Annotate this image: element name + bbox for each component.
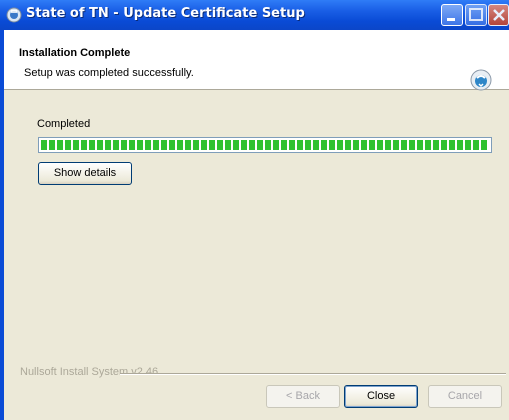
setup-globe-icon bbox=[6, 7, 22, 23]
status-label: Completed bbox=[37, 118, 91, 130]
branding-text: Nullsoft Install System v2.46 bbox=[20, 366, 159, 378]
cancel-button[interactable]: Cancel bbox=[428, 385, 502, 408]
page-subtitle: Setup was completed successfully. bbox=[24, 67, 194, 79]
progress-fill bbox=[41, 140, 489, 150]
window-title: State of TN - Update Certificate Setup bbox=[26, 6, 305, 21]
installer-globe-icon bbox=[470, 69, 492, 91]
branding-divider bbox=[120, 373, 506, 375]
header-panel: Installation Complete Setup was complete… bbox=[4, 30, 509, 91]
dialog-body: Installation Complete Setup was complete… bbox=[4, 30, 509, 420]
close-icon bbox=[493, 9, 505, 21]
progress-bar bbox=[38, 137, 492, 153]
installer-window: State of TN - Update Certificate Setup I… bbox=[0, 0, 509, 420]
minimize-button[interactable] bbox=[441, 4, 463, 26]
back-button[interactable]: < Back bbox=[266, 385, 340, 408]
show-details-button[interactable]: Show details bbox=[38, 162, 132, 185]
page-title: Installation Complete bbox=[19, 47, 131, 59]
minimize-icon bbox=[447, 18, 455, 21]
maximize-icon bbox=[469, 8, 483, 21]
close-window-button[interactable] bbox=[488, 4, 509, 26]
maximize-button[interactable] bbox=[465, 4, 487, 26]
title-bar[interactable]: State of TN - Update Certificate Setup bbox=[0, 0, 509, 30]
close-button[interactable]: Close bbox=[344, 385, 418, 408]
